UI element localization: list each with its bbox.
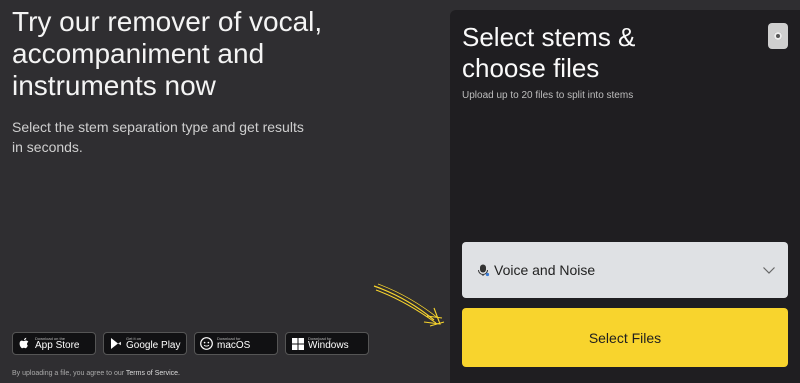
apple-icon <box>18 337 31 350</box>
terms-text: By uploading a file, you agree to our <box>12 370 126 377</box>
chevron-down-icon <box>763 267 775 274</box>
store-badges: Download on the App Store Get it on Goog… <box>12 332 369 355</box>
store-big-label: Windows <box>308 339 349 351</box>
panel-subtitle: Upload up to 20 files to split into stem… <box>462 90 634 101</box>
windows-badge[interactable]: Download for Windows <box>285 332 369 355</box>
stem-type-select[interactable]: Voice and Noise <box>462 242 788 298</box>
panel-title: Select stems & choose files <box>462 22 636 83</box>
record-icon <box>774 32 782 40</box>
hero-title: Try our remover of vocal, accompaniment … <box>12 6 323 101</box>
google-play-badge[interactable]: Get it on Google Play <box>103 332 187 355</box>
mac-icon <box>200 337 213 350</box>
store-big-label: Google Play <box>126 339 181 351</box>
upload-panel: Select stems & choose files Upload up to… <box>450 10 800 383</box>
terms-link[interactable]: Terms of Service. <box>126 370 180 377</box>
store-big-label: macOS <box>217 339 251 351</box>
windows-icon <box>291 337 304 350</box>
settings-toggle-button[interactable] <box>768 23 788 49</box>
app-store-badge[interactable]: Download on the App Store <box>12 332 96 355</box>
store-big-label: App Store <box>35 339 80 351</box>
hero-subtitle: Select the stem separation type and get … <box>12 119 304 155</box>
stem-type-value: Voice and Noise <box>494 262 596 278</box>
play-icon <box>109 337 122 350</box>
terms-notice: By uploading a file, you agree to our Te… <box>12 370 180 377</box>
arrow-doodle-icon <box>373 283 445 327</box>
select-files-button[interactable]: Select Files <box>462 308 788 367</box>
macos-badge[interactable]: Download for macOS <box>194 332 278 355</box>
voice-noise-icon <box>478 264 490 277</box>
